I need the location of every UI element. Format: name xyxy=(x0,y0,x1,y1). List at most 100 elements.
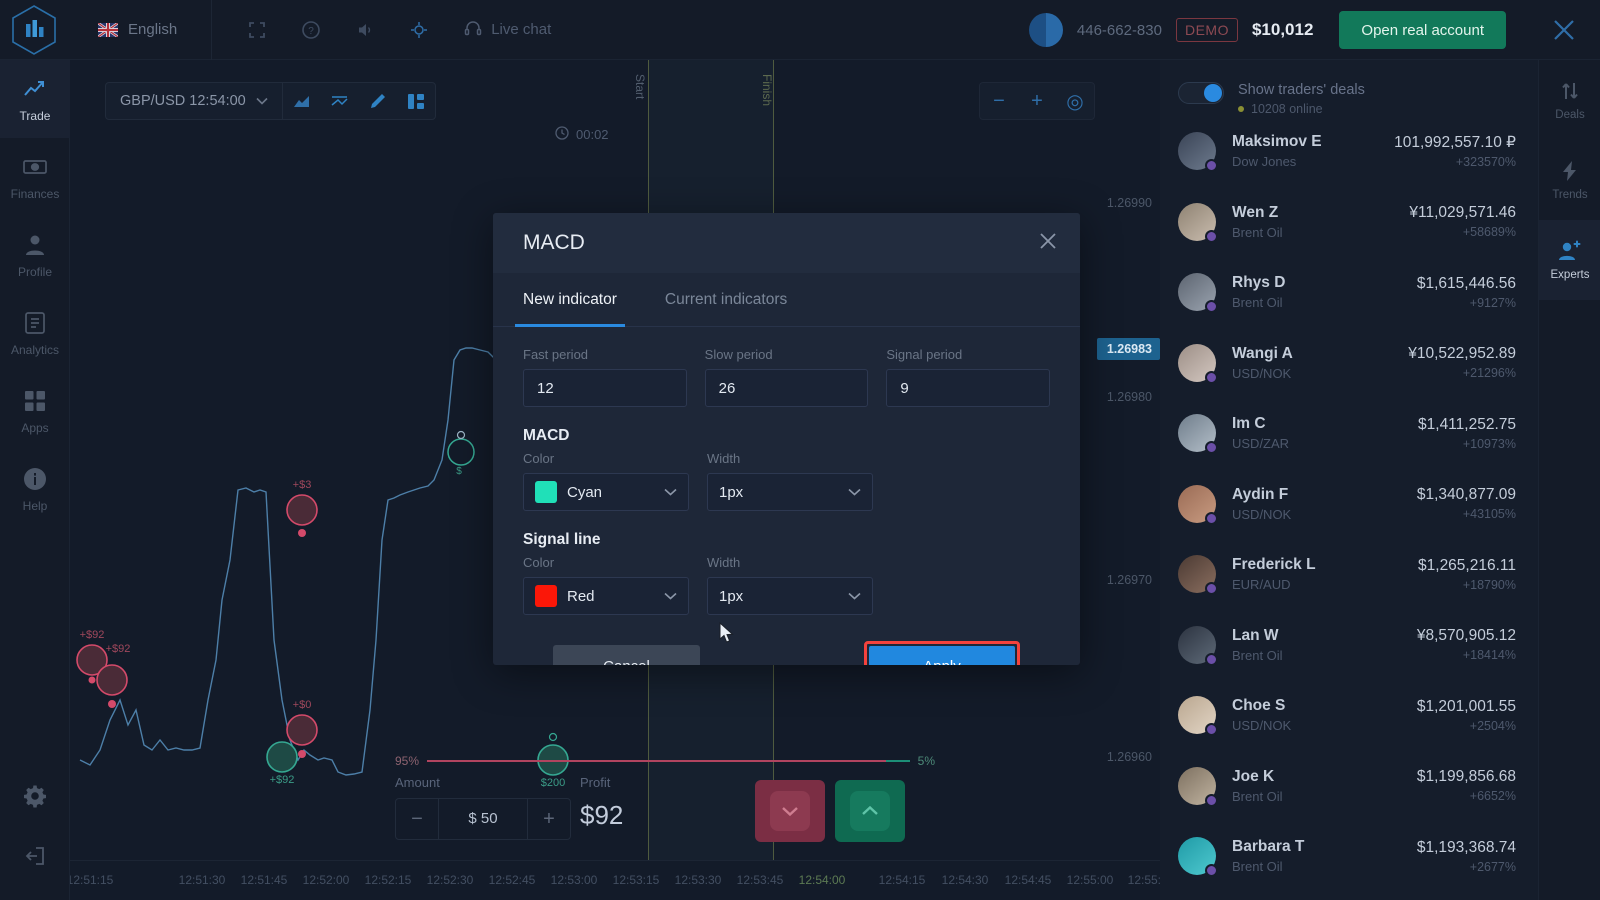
trader-percent: +2504% xyxy=(1469,718,1516,733)
chart-type-area-icon[interactable] xyxy=(283,82,321,120)
trader-asset: Brent Oil xyxy=(1232,224,1283,240)
price-axis: 1.26990 1.26980 1.26970 1.26960 1.26983 xyxy=(1082,60,1160,860)
layout-icon[interactable] xyxy=(397,82,435,120)
buy-up-button[interactable] xyxy=(835,780,905,842)
macd-color-select[interactable]: Cyan xyxy=(523,473,689,511)
avatar[interactable] xyxy=(1028,13,1063,47)
table-row[interactable]: Frederick L EUR/AUD $1,265,216.11 +18790% xyxy=(1160,539,1538,610)
sidebar-item-label: Finances xyxy=(10,186,60,201)
symbol-selector[interactable]: GBP/USD 12:54:00 xyxy=(106,82,282,120)
tab-new-indicator[interactable]: New indicator xyxy=(515,273,625,327)
page-title: MACD xyxy=(523,231,585,254)
table-row[interactable]: Joe K Brent Oil $1,199,856.68 +6652% xyxy=(1160,751,1538,822)
close-icon[interactable] xyxy=(1550,16,1578,49)
payout-bar: 95% 5% xyxy=(395,754,935,768)
app-logo[interactable] xyxy=(6,2,62,58)
trader-percent: +10973% xyxy=(1462,436,1516,451)
trader-info: Im C USD/ZAR xyxy=(1232,415,1418,451)
sidebar-item-label: Profile xyxy=(17,264,52,279)
signal-width-select[interactable]: 1px xyxy=(707,577,873,615)
amount-increase-button[interactable]: + xyxy=(528,798,570,840)
sidebar-item-label: Deals xyxy=(1555,109,1585,121)
logout-icon[interactable] xyxy=(0,826,70,886)
sidebar-item-experts[interactable]: Experts xyxy=(1539,220,1600,300)
sidebar-item-deals[interactable]: Deals xyxy=(1539,60,1600,140)
table-row[interactable]: Wangi A USD/NOK ¥10,522,952.89 +21296% xyxy=(1160,328,1538,399)
macd-width-group: Width 1px xyxy=(707,451,873,511)
help-circle-icon[interactable]: ? xyxy=(302,20,321,39)
reset-zoom-button[interactable]: ◎ xyxy=(1056,82,1094,120)
show-traders-deals-toggle[interactable] xyxy=(1178,82,1224,104)
trader-name: Im C xyxy=(1232,415,1266,433)
trader-percent: +9127% xyxy=(1469,295,1516,310)
table-row[interactable]: Choe S USD/NOK $1,201,001.55 +2504% xyxy=(1160,680,1538,751)
current-price-badge: 1.26983 xyxy=(1096,338,1160,360)
draw-pencil-icon[interactable] xyxy=(359,82,397,120)
trader-amount: ¥8,570,905.12 xyxy=(1416,627,1516,645)
target-icon[interactable] xyxy=(410,21,428,39)
sidebar-item-help[interactable]: Help xyxy=(0,450,70,528)
indicators-icon[interactable] xyxy=(321,82,359,120)
open-real-account-button[interactable]: Open real account xyxy=(1339,11,1506,49)
avatar xyxy=(1178,484,1218,525)
amount-value[interactable]: $ 50 xyxy=(438,798,528,840)
trader-amount-group: $1,615,446.56 +9127% xyxy=(1417,275,1516,310)
table-row[interactable]: Rhys D Brent Oil $1,615,446.56 +9127% xyxy=(1160,257,1538,328)
signal-color-group: Color Red xyxy=(523,555,689,615)
gear-icon[interactable] xyxy=(0,766,70,826)
online-dot-icon xyxy=(1238,106,1244,112)
trader-percent: +58689% xyxy=(1462,225,1516,240)
traders-list[interactable]: Maksimov E Dow Jones 101,992,557.10 ₽ +3235… xyxy=(1160,116,1538,892)
trader-percent: +323570% xyxy=(1455,155,1516,170)
time-tick: 12:54:15 xyxy=(878,873,926,887)
trader-status-badge xyxy=(1205,511,1218,525)
sell-down-button[interactable] xyxy=(755,780,825,842)
signal-color-select[interactable]: Red xyxy=(523,577,689,615)
signal-period-label: Signal period xyxy=(886,347,963,362)
tab-current-indicators[interactable]: Current indicators xyxy=(665,273,787,327)
sidebar-item-trends[interactable]: Trends xyxy=(1539,140,1600,220)
topbar-icon-group: ? Live chat xyxy=(248,19,551,41)
table-row[interactable]: Im C USD/ZAR $1,411,252.75 +10973% xyxy=(1160,398,1538,469)
fast-period-input[interactable] xyxy=(523,369,687,407)
sound-icon[interactable] xyxy=(356,21,374,39)
sidebar-item-finances[interactable]: Finances xyxy=(0,138,70,216)
trader-info: Barbara T Brent Oil xyxy=(1232,838,1417,874)
apply-button[interactable]: Apply xyxy=(869,646,1015,665)
trader-amount: $1,340,877.09 xyxy=(1416,486,1516,504)
cancel-button[interactable]: Cancel xyxy=(553,645,700,665)
trader-amount-group: $1,265,216.11 +18790% xyxy=(1418,557,1516,592)
trader-amount: ¥10,522,952.89 xyxy=(1408,345,1516,363)
sidebar-item-profile[interactable]: Profile xyxy=(0,216,70,294)
avatar xyxy=(1178,555,1218,596)
table-row[interactable]: Maksimov E Dow Jones 101,992,557.10 ₽ +3235… xyxy=(1160,116,1538,187)
zoom-in-button[interactable]: + xyxy=(1018,82,1056,120)
close-icon[interactable] xyxy=(1038,231,1058,256)
sidebar-item-analytics[interactable]: Analytics xyxy=(0,294,70,372)
fullscreen-icon[interactable] xyxy=(248,21,266,39)
sidebar-item-apps[interactable]: Apps xyxy=(0,372,70,450)
chevron-down-trade-icon xyxy=(770,791,810,831)
live-chat-label: Live chat xyxy=(491,21,552,38)
signal-period-input[interactable] xyxy=(886,369,1051,407)
table-row[interactable]: Wen Z Brent Oil ¥11,029,571.46 +58689% xyxy=(1160,187,1538,258)
sidebar-item-label: Trends xyxy=(1552,189,1588,201)
topbar-divider xyxy=(211,0,213,60)
table-row[interactable]: Barbara T Brent Oil $1,193,368.74 +2677% xyxy=(1160,821,1538,892)
headset-icon xyxy=(464,19,482,41)
amount-decrease-button[interactable]: − xyxy=(396,798,438,840)
slow-period-input[interactable] xyxy=(704,369,869,407)
trader-status-badge xyxy=(1205,723,1218,737)
sidebar-item-trade[interactable]: Trade xyxy=(0,60,70,138)
zoom-out-button[interactable]: − xyxy=(980,82,1018,120)
table-row[interactable]: Lan W Brent Oil ¥8,570,905.12 +18414% xyxy=(1160,610,1538,681)
time-tick: 12:54:45 xyxy=(1004,873,1052,887)
trader-status-badge xyxy=(1205,229,1218,243)
price-tick: 1.26960 xyxy=(1106,750,1152,764)
table-row[interactable]: Aydin F USD/NOK $1,340,877.09 +43105% xyxy=(1160,469,1538,540)
chart-toolbar: GBP/USD 12:54:00 xyxy=(105,82,436,120)
macd-width-select[interactable]: 1px xyxy=(707,473,873,511)
live-chat-button[interactable]: Live chat xyxy=(464,19,551,41)
macd-width-value: 1px xyxy=(719,483,744,501)
language-selector[interactable]: English xyxy=(98,21,177,38)
